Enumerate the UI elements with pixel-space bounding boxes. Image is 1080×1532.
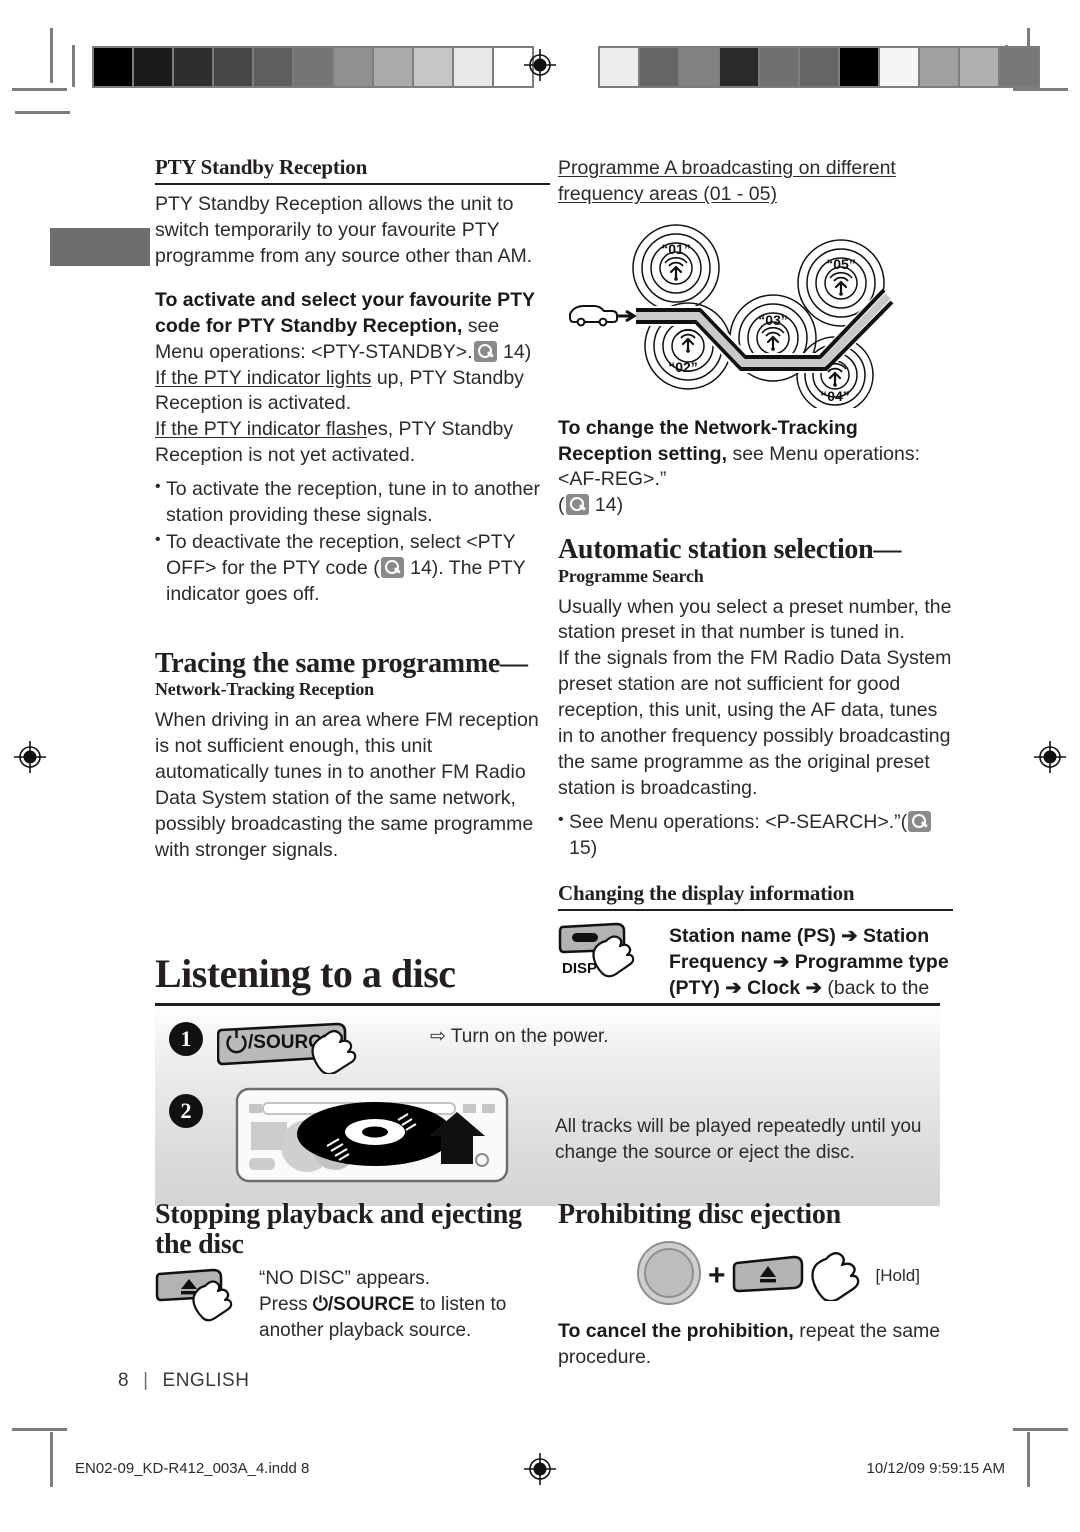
stopping-playback-heading: Stopping playback and ejecting the disc — [155, 1199, 522, 1261]
listening-to-disc-section: Listening to a disc 1 /SOURCE ⇨ Turn on … — [155, 950, 940, 1206]
network-tracking-diagram: “01” “02” “03” “04” “05” — [558, 218, 953, 408]
footer-page-number: 8 — [118, 1370, 130, 1391]
cancel-prohibition-text: To cancel the prohibition, repeat the sa… — [558, 1319, 943, 1371]
change-setting-page: 14) — [594, 494, 624, 517]
auto-station-body1: Usually when you select a preset number,… — [558, 595, 952, 644]
eject-button-icon[interactable] — [732, 1253, 804, 1298]
pty-flashes-underline: If the PTY indicator flash — [155, 418, 368, 441]
auto-station-body2: If the signals from the FM Radio Data Sy… — [558, 647, 952, 799]
eject-instruction-row: “NO DISC” appears. Press ⏻/SOURCE to lis… — [155, 1266, 540, 1343]
footer-separator: | — [143, 1370, 149, 1391]
footer-language: ENGLISH — [162, 1370, 250, 1391]
tracing-heading: Tracing the same programme— — [155, 647, 528, 679]
press-source-line: Press ⏻/SOURCE to listen to another play… — [259, 1292, 540, 1343]
list-item: See Menu operations: <P-SEARCH>.”( 15) — [558, 809, 953, 862]
press-prefix: Press — [259, 1294, 313, 1316]
bullet-page: 15) — [569, 836, 598, 859]
step-number-1: 1 — [169, 1022, 203, 1056]
print-footer-filename: EN02-09_KD-R412_003A_4.indd 8 — [75, 1460, 310, 1477]
station-label-05: “05” — [826, 256, 856, 272]
disc-slot-icon — [235, 1086, 510, 1186]
auto-station-heading: Automatic station selection— — [558, 534, 902, 566]
pty-activate-paragraph: To activate and select your favourite PT… — [155, 288, 550, 366]
step-1-caption: ⇨ Turn on the power. — [430, 1026, 609, 1047]
no-disc-line: “NO DISC” appears. — [259, 1268, 431, 1290]
pty-standby-intro: PTY Standby Reception allows the unit to… — [155, 193, 533, 267]
cancel-bold: To cancel the prohibition, — [558, 1320, 794, 1343]
auto-station-subheading: Programme Search — [558, 565, 704, 586]
pointing-hand-icon — [810, 1245, 870, 1306]
plus-symbol: + — [708, 1258, 726, 1292]
step-2-caption: All tracks will be played repeatedly unt… — [555, 1116, 922, 1163]
tracing-body: When driving in an area where FM recepti… — [155, 709, 539, 861]
step-number-2: 2 — [169, 1094, 203, 1128]
auto-station-bullet-list: See Menu operations: <P-SEARCH>.”( 15) — [558, 809, 953, 862]
source-button-text: ⏻/SOURCE — [312, 1294, 415, 1316]
list-item: To deactivate the reception, select <PTY… — [155, 529, 550, 608]
bullet-text: To activate the reception, tune in to an… — [166, 478, 540, 527]
pty-activate-page: 14) — [503, 340, 532, 363]
station-label-04: “04” — [820, 388, 850, 404]
hold-label: [Hold] — [875, 1265, 920, 1285]
magnifier-page-ref-icon — [380, 556, 404, 578]
page-title: Listening to a disc — [155, 951, 456, 996]
magnifier-page-ref-icon — [908, 810, 932, 832]
prohibit-combo-row: + [Hold] — [558, 1240, 943, 1311]
magnifier-page-ref-icon — [565, 494, 589, 516]
station-label-01: “01” — [661, 241, 691, 257]
list-item: To activate the reception, tune in to an… — [155, 476, 550, 529]
volume-knob-icon[interactable] — [636, 1240, 702, 1311]
pty-lights-underline: If the PTY indicator lights — [155, 366, 372, 389]
bullet-page: 14) — [410, 556, 439, 579]
left-column: PTY Standby Reception PTY Standby Recept… — [155, 155, 550, 864]
prohibiting-ejection-heading: Prohibiting disc ejection — [558, 1199, 841, 1230]
pty-lights-paragraph: If the PTY indicator lights up, PTY Stan… — [155, 366, 550, 418]
prohibiting-ejection-section: Prohibiting disc ejection + [Hold] To ca… — [558, 1199, 943, 1371]
manual-page: PTY Standby Reception PTY Standby Recept… — [0, 0, 1080, 1532]
diagram-caption: Programme A broadcasting on different fr… — [558, 157, 896, 206]
magnifier-page-ref-icon — [473, 340, 497, 362]
bullet-text: See Menu operations: <P-SEARCH>.”( — [569, 810, 908, 833]
pty-flashes-paragraph: If the PTY indicator flashes, PTY Standb… — [155, 417, 550, 469]
print-footer-timestamp: 10/12/09 9:59:15 AM — [866, 1460, 1005, 1477]
station-label-02: “02” — [668, 359, 698, 375]
tracing-subheading: Network-Tracking Reception — [155, 679, 374, 700]
stopping-playback-section: Stopping playback and ejecting the disc … — [155, 1199, 540, 1343]
station-label-03: “03” — [758, 312, 788, 328]
pty-standby-heading: PTY Standby Reception — [155, 155, 550, 185]
page-footer: 8 | ENGLISH — [118, 1370, 249, 1392]
source-button-icon[interactable]: /SOURCE — [216, 1022, 377, 1076]
section-tab-marker — [50, 228, 150, 266]
disc-steps-panel: 1 /SOURCE ⇨ Turn on the power. 2 All tra… — [155, 1003, 940, 1206]
change-setting-paragraph: To change the Network-Tracking Reception… — [558, 416, 920, 517]
display-info-heading: Changing the display information — [558, 881, 953, 911]
pty-bullet-list: To activate the reception, tune in to an… — [155, 476, 550, 608]
right-column: Programme A broadcasting on different fr… — [558, 155, 953, 1027]
eject-button-icon[interactable] — [155, 1266, 251, 1332]
eject-instruction-text: “NO DISC” appears. Press ⏻/SOURCE to lis… — [259, 1266, 540, 1343]
